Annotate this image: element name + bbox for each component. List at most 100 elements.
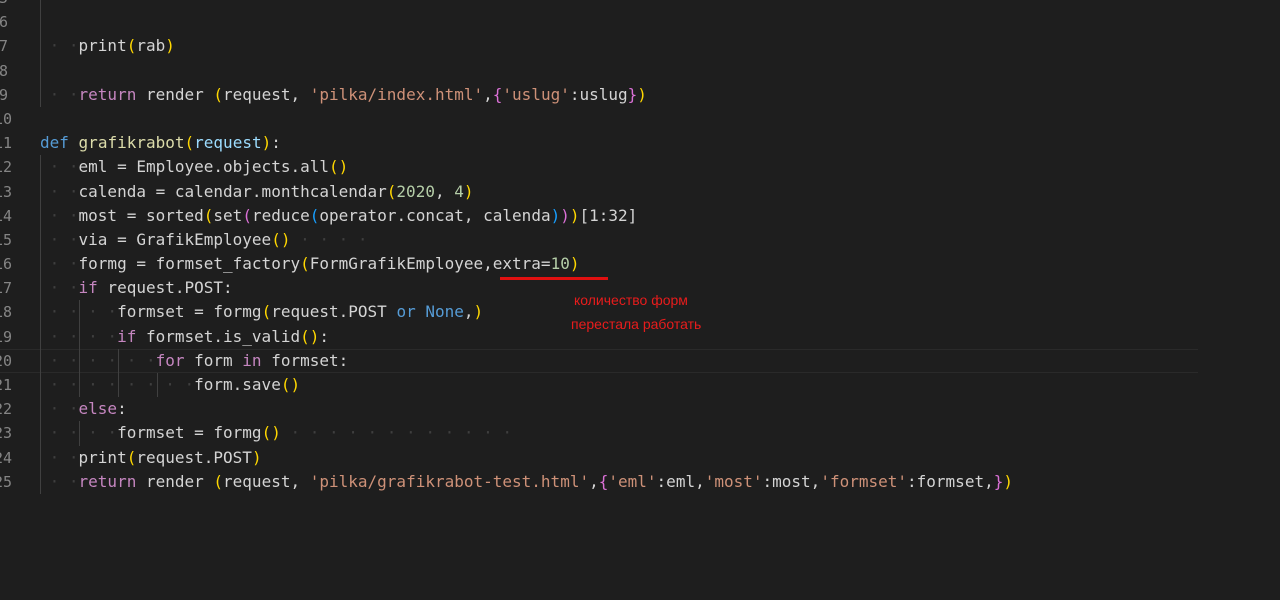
code-line[interactable]: 11 def grafikrabot(request):	[0, 131, 1280, 155]
code-token: )	[550, 205, 561, 225]
code-line[interactable]: 16 · ·formg = formset_factory(FormGrafik…	[0, 252, 1280, 277]
code-token: [1:32]	[579, 205, 638, 225]
code-text: · ·formg = formset_factory(FormGrafikEmp…	[40, 252, 580, 276]
line-number: 22	[0, 400, 13, 419]
code-token: None	[425, 302, 464, 322]
code-line[interactable]: 20 · · · · · ·for form in formset:	[0, 348, 1280, 373]
code-token: :	[271, 133, 281, 153]
code-token: if	[78, 278, 98, 298]
code-token: print	[78, 36, 127, 56]
code-text: · · · ·formset = formg() · · · · · · · ·…	[40, 421, 512, 445]
code-line[interactable]: 21 · · · · · · · ·form.save()	[0, 373, 1280, 398]
code-text: · ·eml = Employee.objects.all()	[40, 155, 349, 179]
code-line[interactable]: 6	[0, 10, 1280, 35]
code-token: eml = Employee.objects.all	[78, 157, 329, 177]
line-number: 7	[0, 37, 8, 56]
code-token: 'pilka/index.html'	[309, 84, 484, 104]
line-number: 24	[0, 448, 13, 467]
whitespace-dots: · ·	[40, 84, 79, 104]
code-line[interactable]: 24 · ·print(request.POST)	[0, 445, 1280, 470]
annotation-underline	[500, 277, 608, 280]
code-line[interactable]: 22 · ·else:	[0, 397, 1280, 422]
code-token: }	[627, 84, 638, 104]
code-token: ,	[434, 181, 455, 201]
line-number: 18	[0, 303, 13, 322]
whitespace-dots: · ·	[40, 157, 79, 177]
code-line[interactable]: 9 · ·return render (request, 'pilka/inde…	[0, 82, 1280, 107]
code-text: · · · ·if formset.is_valid():	[40, 325, 329, 349]
code-token: def	[40, 133, 69, 153]
code-token: ()	[271, 229, 291, 249]
whitespace-dots: · ·	[40, 36, 79, 56]
code-token: (	[203, 205, 214, 225]
whitespace-dots: · · · · · · · ·	[40, 375, 195, 394]
code-line[interactable]: 14 · ·most = sorted(set(reduce(operator.…	[0, 203, 1280, 228]
code-token: 'uslug'	[502, 84, 570, 104]
code-token: (	[213, 84, 224, 104]
code-token: if	[117, 326, 137, 346]
code-text: · ·most = sorted(set(reduce(operator.con…	[40, 204, 638, 228]
code-token: reduce	[251, 205, 310, 225]
code-line[interactable]: 13 · ·calenda = calendar.monthcalendar(2…	[0, 179, 1280, 204]
whitespace-dots: · ·	[40, 205, 79, 225]
code-token: ()	[261, 423, 281, 443]
code-line[interactable]: 10	[0, 107, 1280, 131]
code-line[interactable]: 15 · ·via = GrafikEmployee() · · · ·	[0, 227, 1280, 253]
whitespace-dots: · ·	[40, 399, 79, 419]
code-token: set	[213, 205, 243, 225]
code-token: request,	[223, 471, 310, 491]
code-line[interactable]: 23 · · · ·formset = formg() · · · · · · …	[0, 421, 1280, 446]
code-token: render	[136, 471, 214, 491]
code-lines[interactable]: 5 6 7 · ·print(rab)89 · ·return render (re…	[0, 0, 1280, 494]
code-line[interactable]: 7 · ·print(rab)	[0, 34, 1280, 59]
code-text: · ·via = GrafikEmployee() · · · ·	[40, 228, 368, 252]
code-editor[interactable]: 5 6 7 · ·print(rab)89 · ·return render (re…	[0, 0, 1280, 600]
code-token: (	[386, 181, 397, 201]
code-token: }	[993, 471, 1004, 491]
code-token: return	[78, 471, 137, 491]
code-token: ()	[300, 326, 320, 346]
code-line[interactable]: 25 · ·return render (request, 'pilka/gra…	[0, 469, 1280, 494]
code-token: request	[194, 133, 262, 153]
code-token: )	[637, 84, 647, 104]
code-token: 10	[550, 254, 570, 274]
code-line[interactable]: 5	[0, 0, 1280, 11]
code-token: or	[396, 302, 416, 322]
code-token: request.POST	[271, 302, 397, 322]
code-text: · · · · · · · ·form.save()	[40, 373, 300, 397]
code-text: · ·return render (request, 'pilka/grafik…	[40, 470, 1013, 494]
code-token: )	[463, 181, 474, 201]
code-token: (	[261, 302, 272, 322]
code-token: · · · ·	[290, 229, 368, 249]
code-text: · ·else:	[40, 397, 127, 421]
code-token: formset.is_valid	[136, 326, 301, 346]
code-token: return	[78, 84, 137, 104]
code-token: {	[492, 84, 503, 104]
code-token: 'most'	[704, 471, 763, 491]
code-line[interactable]: 12 · ·eml = Employee.objects.all()	[0, 155, 1280, 180]
code-text: · ·print(request.POST)	[40, 446, 262, 470]
code-token: ()	[280, 375, 301, 394]
code-text: · ·print(rab)	[40, 34, 175, 58]
code-line[interactable]: 8	[0, 58, 1280, 83]
line-number: 11	[0, 134, 13, 153]
code-token: 'formset'	[820, 471, 908, 491]
line-number: 25	[0, 472, 13, 491]
code-token: grafikrabot	[78, 133, 185, 153]
whitespace-dots: · ·	[40, 471, 79, 491]
code-token: else	[78, 399, 118, 419]
code-token: )	[569, 205, 580, 225]
code-token: form.save	[194, 375, 281, 394]
code-text: · ·return render (request, 'pilka/index.…	[40, 83, 647, 107]
code-token: request,	[223, 84, 310, 104]
code-token: :most,	[762, 471, 821, 491]
line-number: 14	[0, 206, 13, 225]
whitespace-dots: · ·	[40, 181, 79, 201]
code-token: formset = formg	[117, 302, 262, 322]
line-number: 6	[0, 13, 8, 32]
code-token: calenda = calendar.monthcalendar	[78, 181, 387, 201]
line-number: 13	[0, 182, 13, 201]
code-token: via = GrafikEmployee	[78, 229, 272, 249]
code-token: (	[213, 471, 224, 491]
